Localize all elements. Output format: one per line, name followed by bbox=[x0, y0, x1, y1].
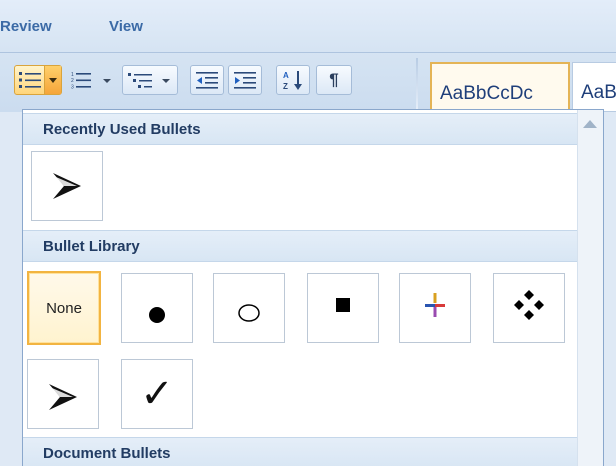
numbered-list-icon: 1 2 3 bbox=[71, 72, 111, 90]
bullet-library-header: Bullet Library bbox=[23, 230, 577, 262]
svg-text:2: 2 bbox=[71, 78, 74, 84]
decrease-indent-button[interactable] bbox=[190, 65, 224, 95]
hollow-circle-bullet-icon bbox=[238, 304, 260, 322]
arrowhead-bullet-icon bbox=[53, 173, 81, 199]
four-color-diamond-bullet-icon bbox=[425, 293, 445, 317]
chevron-down-icon bbox=[49, 77, 57, 83]
bullet-library-dropdown: Recently Used Bullets Bullet Library Non… bbox=[22, 109, 604, 466]
style-no-spacing-tile[interactable]: AaB bbox=[572, 62, 616, 112]
sort-az-icon: A Z bbox=[283, 71, 302, 91]
numbering-button[interactable]: 1 2 3 bbox=[68, 65, 118, 95]
document-bullets-header: Document Bullets bbox=[23, 437, 577, 466]
bullet-hollow-circle-option[interactable] bbox=[213, 273, 285, 343]
increase-indent-icon bbox=[234, 72, 256, 89]
bullet-arrowhead-option[interactable] bbox=[27, 359, 99, 429]
dropdown-scrollbar[interactable] bbox=[577, 110, 603, 466]
bullet-none-option[interactable]: None bbox=[27, 271, 101, 345]
bullets-button[interactable] bbox=[14, 65, 62, 95]
bullet-none-label: None bbox=[46, 299, 82, 317]
recent-bullet-arrowhead[interactable] bbox=[31, 151, 103, 221]
checkmark-bullet-icon: ✓ bbox=[140, 371, 174, 417]
bullet-diamond-cluster-option[interactable] bbox=[493, 273, 565, 343]
ribbon-separator bbox=[0, 52, 616, 53]
multilevel-list-icon bbox=[128, 73, 170, 88]
show-hide-formatting-button[interactable]: ¶ bbox=[316, 65, 352, 95]
tab-view[interactable]: View bbox=[109, 18, 143, 35]
scroll-up-arrow-icon[interactable] bbox=[583, 120, 597, 128]
svg-text:Z: Z bbox=[283, 82, 288, 91]
ribbon: Review View 1 2 3 A Z ¶ AaBbCcDc AaB bbox=[0, 0, 616, 112]
bullet-list-icon bbox=[19, 71, 43, 89]
bullet-filled-square-option[interactable] bbox=[307, 273, 379, 343]
recently-used-bullets-header: Recently Used Bullets bbox=[23, 113, 577, 145]
bullets-dropdown-arrow[interactable] bbox=[44, 66, 61, 94]
arrowhead-bullet-icon bbox=[49, 384, 77, 410]
bullet-checkmark-option[interactable]: ✓ bbox=[121, 359, 193, 429]
ribbon-group-divider bbox=[416, 58, 418, 112]
style-normal-tile[interactable]: AaBbCcDc bbox=[430, 62, 570, 112]
bullet-filled-circle-option[interactable] bbox=[121, 273, 193, 343]
svg-text:A: A bbox=[283, 71, 289, 80]
bullet-four-color-diamond-option[interactable] bbox=[399, 273, 471, 343]
tab-review[interactable]: Review bbox=[0, 18, 52, 35]
sort-button[interactable]: A Z bbox=[276, 65, 310, 95]
filled-circle-bullet-icon bbox=[149, 307, 165, 323]
increase-indent-button[interactable] bbox=[228, 65, 262, 95]
diamond-cluster-bullet-icon bbox=[514, 290, 544, 320]
decrease-indent-icon bbox=[196, 72, 218, 89]
filled-square-bullet-icon bbox=[336, 298, 350, 312]
ribbon-tab-row: Review View bbox=[0, 0, 616, 52]
svg-text:3: 3 bbox=[71, 85, 74, 90]
multilevel-list-button[interactable] bbox=[122, 65, 178, 95]
